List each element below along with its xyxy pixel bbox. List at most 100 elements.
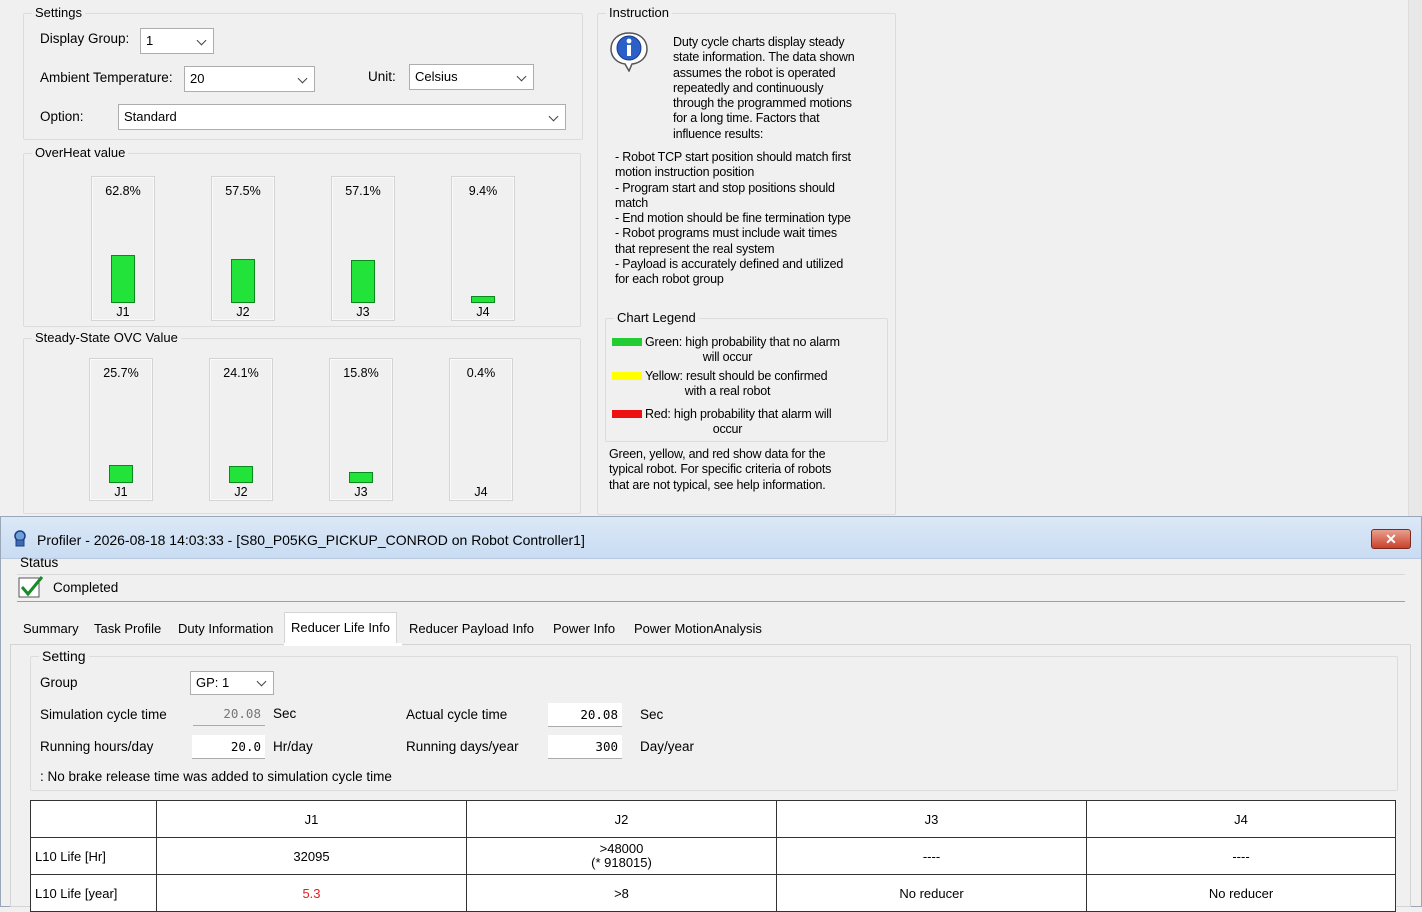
l10-life-year-j1: 5.3 xyxy=(156,874,467,912)
ovc-bar-j4: 0.4% J4 xyxy=(449,358,513,501)
display-group-label: Display Group: xyxy=(40,31,130,46)
tab-summary[interactable]: Summary xyxy=(17,614,85,644)
option-value: Standard xyxy=(124,109,177,124)
profiler-app-icon xyxy=(11,529,29,547)
simulation-cycle-unit: Sec xyxy=(273,706,297,721)
brake-note: : No brake release time was added to sim… xyxy=(40,769,392,784)
table-header-j4: J4 xyxy=(1086,800,1396,838)
ovc-bar-joint: J3 xyxy=(354,485,368,499)
legend-text-cont: with a real robot xyxy=(684,384,771,398)
overheat-bar-fill xyxy=(231,259,255,303)
overheat-bar-j3: 57.1% J3 xyxy=(331,176,395,321)
group-value: GP: 1 xyxy=(196,675,230,690)
running-days-label: Running days/year xyxy=(406,739,519,754)
close-button[interactable]: ✕ xyxy=(1371,529,1411,549)
chart-legend-title: Chart Legend xyxy=(614,310,699,326)
ovc-title: Steady-State OVC Value xyxy=(32,330,181,346)
chevron-down-icon xyxy=(548,111,559,122)
instruction-line: that are not typical, see help informati… xyxy=(609,477,826,492)
instruction-title: Instruction xyxy=(606,5,672,21)
chevron-down-icon xyxy=(256,676,267,687)
instruction-line: - End motion should be fine termination … xyxy=(615,211,851,226)
l10-life-hr-j2-sub: (* 918015) xyxy=(591,855,652,870)
tab-reducer-payload-info[interactable]: Reducer Payload Info xyxy=(403,614,540,644)
profiler-title: Profiler - 2026-08-18 14:03:33 - [S80_P0… xyxy=(37,532,585,548)
table-header-row: J1 J2 J3 J4 xyxy=(30,800,1396,838)
actual-cycle-unit: Sec xyxy=(640,707,664,722)
overheat-bar-fill xyxy=(471,296,495,303)
option-select[interactable]: Standard xyxy=(118,104,566,130)
actual-cycle-field[interactable]: 20.08 xyxy=(548,703,622,727)
instruction-line: - Program start and stop positions shoul… xyxy=(615,180,835,195)
instruction-line: match xyxy=(615,195,649,210)
unit-select[interactable]: Celsius xyxy=(409,64,534,90)
close-icon: ✕ xyxy=(1385,531,1397,547)
instruction-line: motion instruction position xyxy=(615,165,755,180)
instruction-line: state information. The data shown xyxy=(673,50,855,65)
chevron-down-icon xyxy=(196,35,207,46)
overheat-title: OverHeat value xyxy=(32,145,129,161)
running-hours-field[interactable]: 20.0 xyxy=(192,735,265,759)
instruction-line: through the programmed motions xyxy=(673,96,852,111)
overheat-bar-label: 9.4% xyxy=(468,184,498,198)
instruction-line: Green, yellow, and red show data for the xyxy=(609,447,826,461)
instruction-line: repeatedly and continuously xyxy=(673,80,824,95)
overheat-bar-joint: J3 xyxy=(356,305,370,319)
legend-text: Green: high probability that no alarm xyxy=(645,335,840,349)
actual-cycle-label: Actual cycle time xyxy=(406,707,508,722)
l10-life-hr-j2-main: >48000 xyxy=(599,841,644,856)
overheat-bar-j1: 62.8% J1 xyxy=(91,176,155,321)
tab-power-info[interactable]: Power Info xyxy=(547,614,621,644)
legend-swatch xyxy=(612,410,642,418)
instruction-line: typical robot. For specific criteria of … xyxy=(609,462,832,477)
overheat-bar-joint: J4 xyxy=(476,305,490,319)
chevron-down-icon xyxy=(516,71,527,82)
ambient-temperature-value: 20 xyxy=(190,71,205,86)
instruction-line: for each robot group xyxy=(615,272,724,287)
running-days-unit: Day/year xyxy=(640,739,695,754)
tab-duty-information[interactable]: Duty Information xyxy=(172,614,279,644)
tab-task-profile[interactable]: Task Profile xyxy=(88,614,167,644)
instruction-line: Duty cycle charts display steady xyxy=(673,35,845,49)
info-icon xyxy=(608,30,650,73)
running-hours-value: 20.0 xyxy=(230,739,261,754)
instruction-footer: Green, yellow, and red show data for the… xyxy=(609,447,894,493)
vertical-scrollbar[interactable] xyxy=(1408,0,1422,516)
ambient-temperature-select[interactable]: 20 xyxy=(184,66,315,92)
running-days-field[interactable]: 300 xyxy=(548,735,622,759)
l10-life-hr-j1: 32095 xyxy=(156,837,467,875)
instruction-bullets: - Robot TCP start position should match … xyxy=(615,150,895,288)
ovc-bar-joint: J4 xyxy=(474,485,488,499)
settings-title: Settings xyxy=(32,5,85,21)
instruction-line: influence results: xyxy=(673,126,764,141)
instruction-line: assumes the robot is operated xyxy=(673,65,836,80)
l10-life-hr-j4: ---- xyxy=(1086,837,1396,875)
running-hours-unit: Hr/day xyxy=(273,739,313,754)
legend-swatch xyxy=(612,372,642,380)
tab-power-motionanalysis[interactable]: Power MotionAnalysis xyxy=(628,614,768,644)
unit-label: Unit: xyxy=(368,69,396,84)
profiler-titlebar: Profiler - 2026-08-18 14:03:33 - [S80_P0… xyxy=(1,517,1421,559)
overheat-bar-label: 62.8% xyxy=(105,184,141,198)
instruction-line: for a long time. Factors that xyxy=(673,111,820,126)
overheat-bar-joint: J1 xyxy=(116,305,130,319)
l10-life-year-j3: No reducer xyxy=(776,874,1087,912)
legend-text: Red: high probability that alarm will xyxy=(645,407,832,421)
l10-life-year-label: L10 Life [year] xyxy=(30,874,157,912)
table-row: L10 Life [Hr] 32095 >48000 (* 918015) --… xyxy=(30,837,1396,875)
overheat-bar-joint: J2 xyxy=(236,305,250,319)
l10-life-hr-j2: >48000 (* 918015) xyxy=(466,837,777,875)
table-header-corner xyxy=(30,800,157,838)
display-group-select[interactable]: 1 xyxy=(140,28,214,54)
group-label: Group xyxy=(40,675,78,690)
running-days-value: 300 xyxy=(595,739,618,754)
overheat-bar-label: 57.1% xyxy=(345,184,381,198)
status-title: Status xyxy=(20,555,59,570)
tab-reducer-life-info[interactable]: Reducer Life Info xyxy=(284,612,398,645)
ovc-bar-j1: 25.7% J1 xyxy=(89,358,153,501)
group-select[interactable]: GP: 1 xyxy=(190,671,274,695)
ovc-bar-fill xyxy=(229,466,253,483)
ovc-bar-label: 0.4% xyxy=(466,366,496,380)
l10-life-hr-label: L10 Life [Hr] xyxy=(30,837,157,875)
checkmark-icon xyxy=(18,575,44,599)
